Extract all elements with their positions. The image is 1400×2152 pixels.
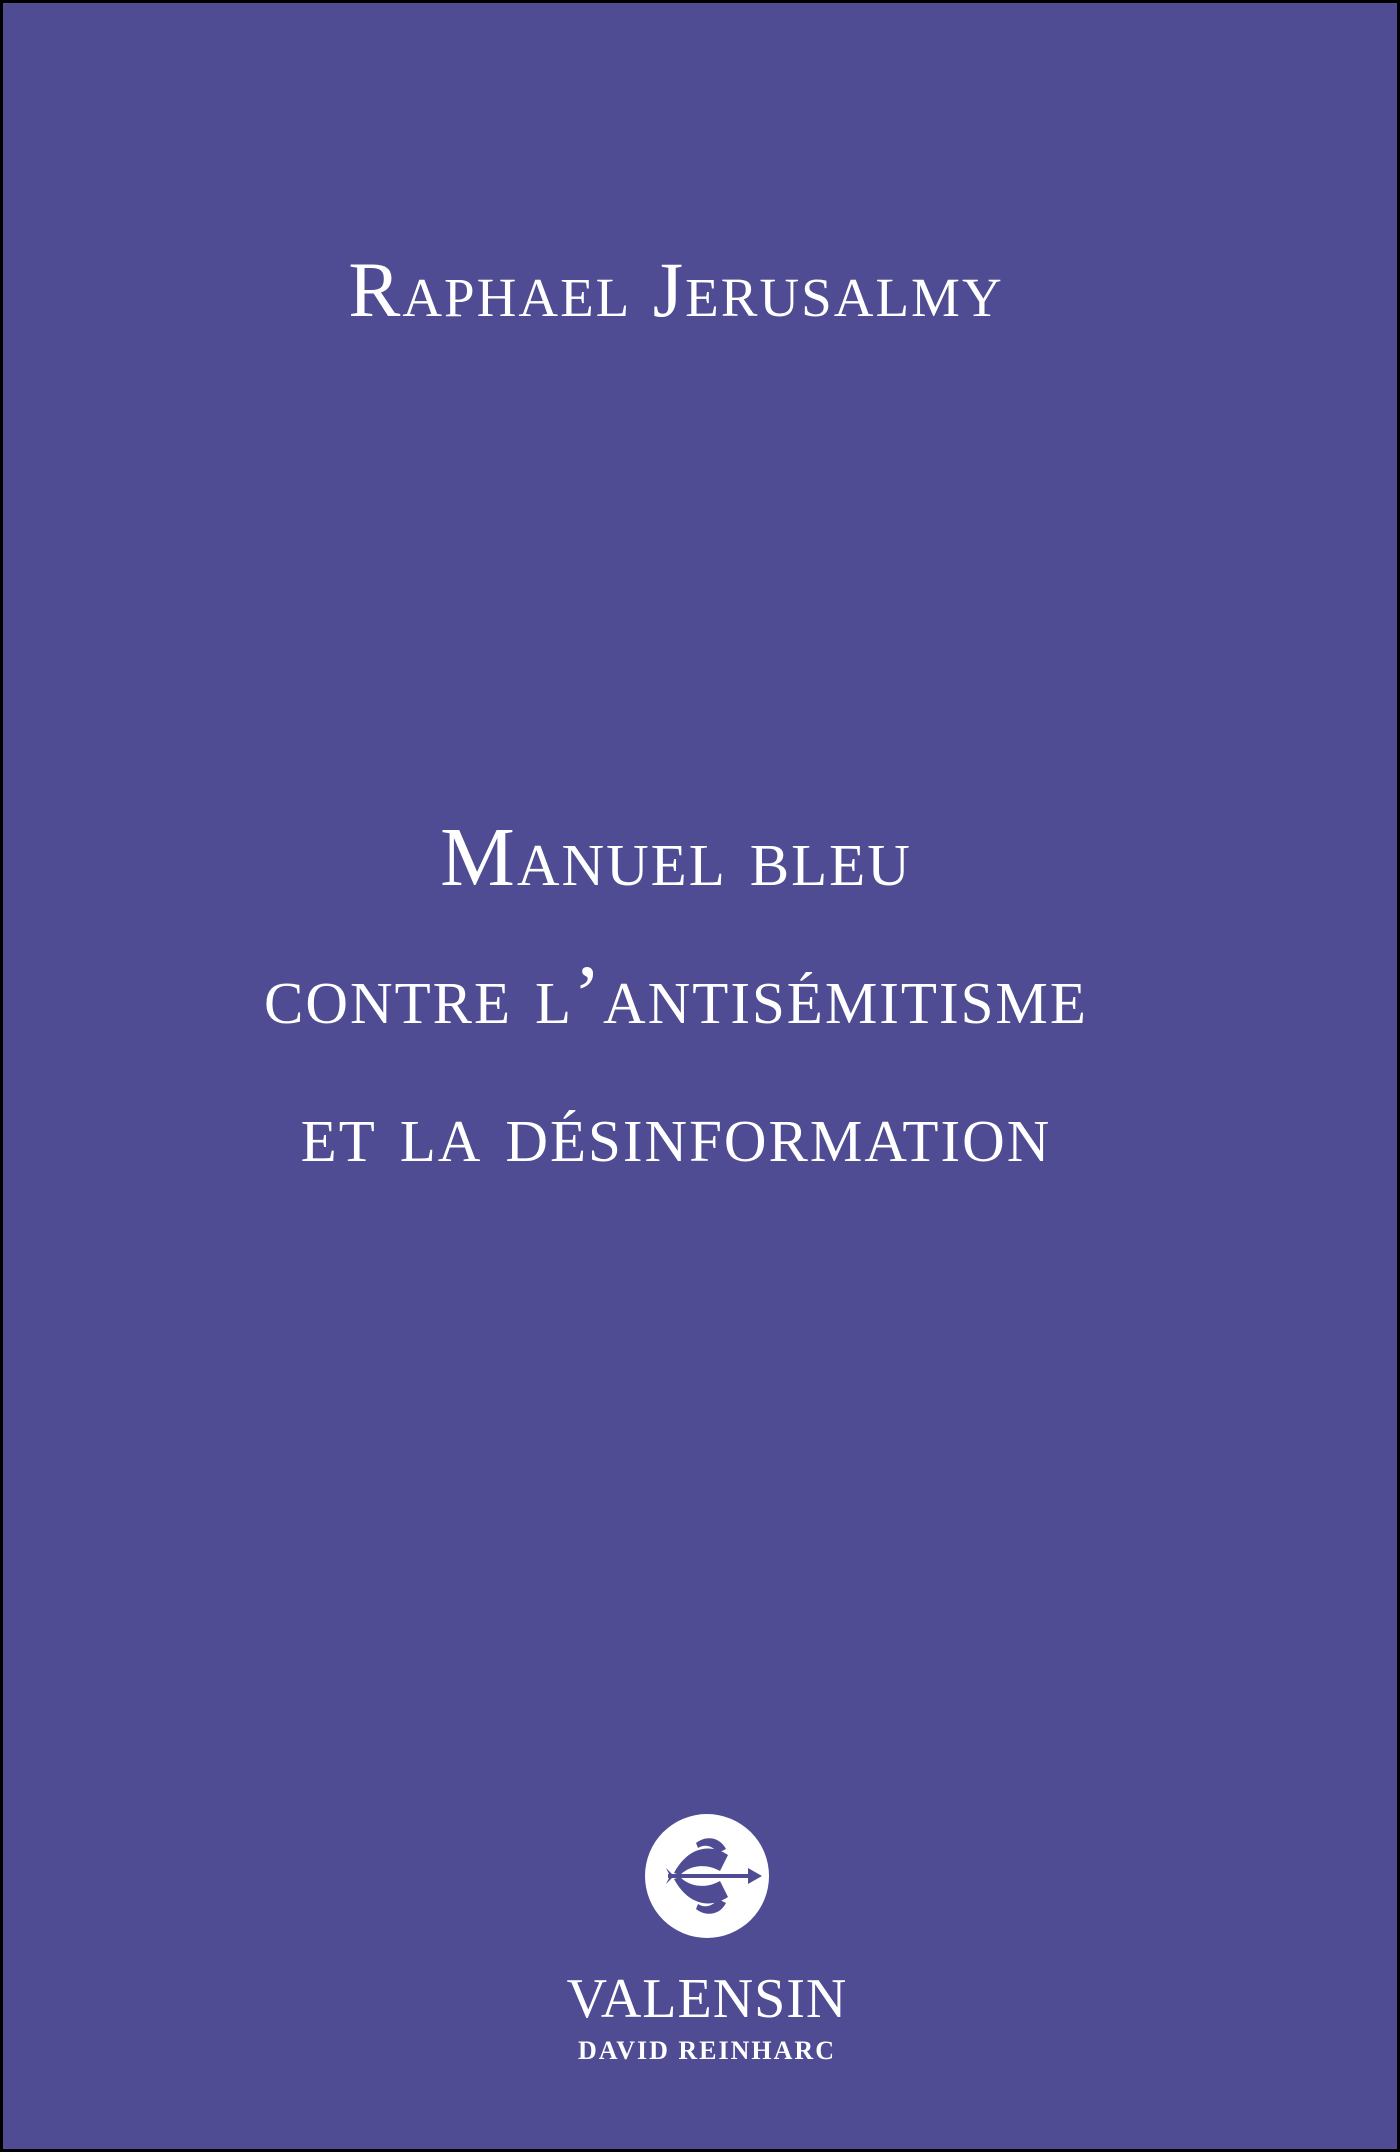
book-arrow-emblem-icon [645, 1814, 769, 1938]
book-title: Manuel bleu contre l’antisémitisme et la… [3, 798, 1349, 1212]
book-cover: Raphael Jerusalmy Manuel bleu contre l’a… [0, 0, 1400, 2152]
publisher-imprint: DAVID REINHARC [578, 2036, 836, 2065]
publisher-logo [644, 1813, 770, 1939]
author-name: Raphael Jerusalmy [348, 246, 1004, 333]
title-line-2: contre l’antisémitisme [264, 949, 1088, 1042]
publisher-name: VALENSIN [566, 1968, 848, 2030]
title-line-3: et la désinformation [300, 1087, 1052, 1180]
title-line-1: Manuel bleu [440, 811, 912, 904]
